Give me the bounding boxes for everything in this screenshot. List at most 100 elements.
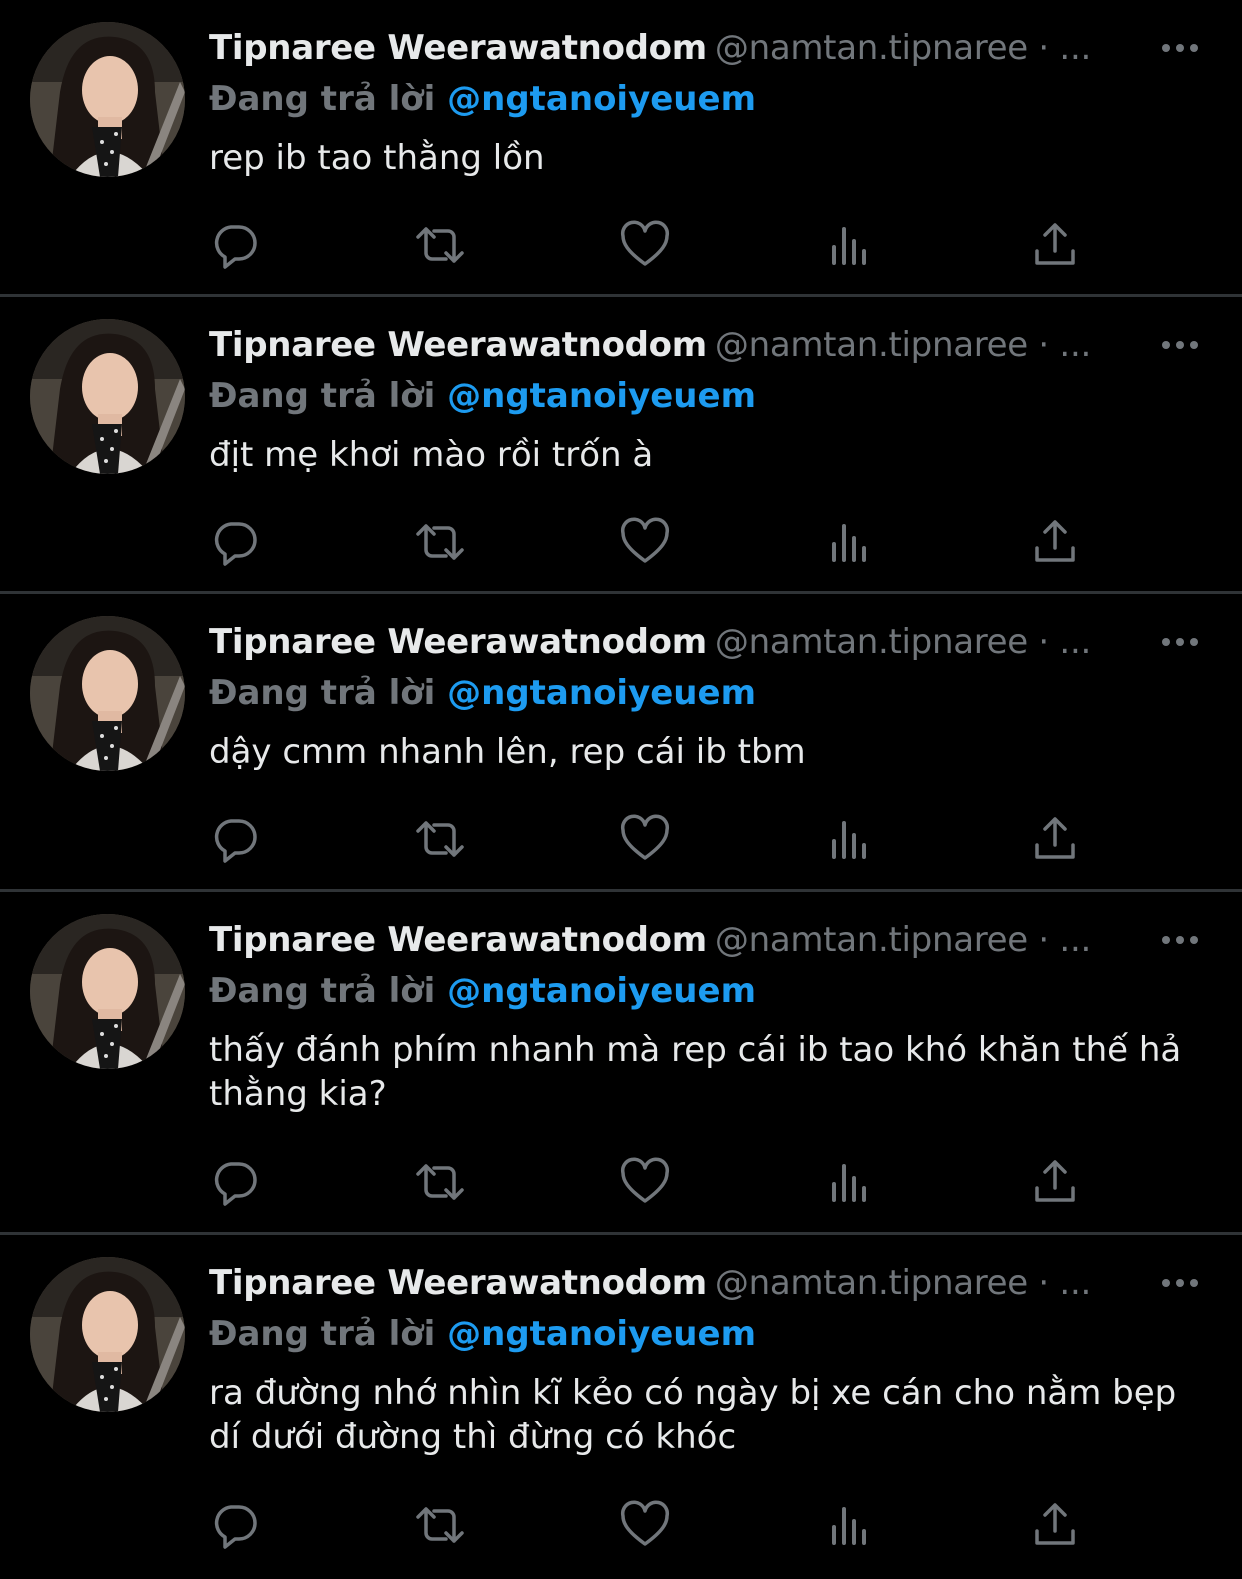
like-button[interactable] [617,1497,673,1553]
reply-mention-link[interactable]: @ngtanoiyeuem [447,1314,756,1354]
author-handle[interactable]: @namtan.tipnaree · ... [715,1263,1091,1303]
author-handle[interactable]: @namtan.tipnaree · ... [715,622,1091,662]
ellipsis-icon [1162,638,1198,646]
share-upload-icon [1035,520,1075,562]
replying-to: Đang trả lời @ngtanoiyeuem [209,966,1202,1016]
reply-button[interactable] [207,217,263,273]
tweet[interactable]: Tipnaree Weerawatnodom @namtan.tipnaree ·… [0,1235,1242,1579]
avatar-photo [30,1257,185,1412]
replying-to-label: Đang trả lời [209,971,436,1011]
tweet-text: thấy đánh phím nhanh mà rep cái ib tao k… [209,1030,1182,1114]
author-name[interactable]: Tipnaree Weerawatnodom [209,28,707,68]
tweet-text: địt mẹ khơi mào rồi trốn à [209,435,654,475]
share-button[interactable] [1027,1154,1083,1210]
tweet-content: Tipnaree Weerawatnodom @namtan.tipnaree ·… [209,1257,1202,1459]
share-upload-icon [1035,817,1075,859]
share-button[interactable] [1027,811,1083,867]
reply-button[interactable] [207,1497,263,1553]
retweet-arrows-icon [416,1507,464,1543]
more-options-button[interactable] [1158,616,1202,668]
speech-bubble-icon [214,819,257,863]
tweet-text: ra đường nhớ nhìn kĩ kẻo có ngày bị xe c… [209,1373,1177,1457]
tweet-content: Tipnaree Weerawatnodom @namtan.tipnaree ·… [209,914,1202,1116]
views-button[interactable] [822,514,878,570]
ellipsis-icon [1162,44,1198,52]
ellipsis-icon [1162,1279,1198,1287]
tweet[interactable]: Tipnaree Weerawatnodom @namtan.tipnaree ·… [0,297,1242,594]
views-button[interactable] [822,1154,878,1210]
reply-button[interactable] [207,1154,263,1210]
bar-chart-icon [832,1164,866,1202]
tweet[interactable]: Tipnaree Weerawatnodom @namtan.tipnaree ·… [0,892,1242,1235]
more-options-button[interactable] [1158,319,1202,371]
avatar[interactable] [30,914,185,1069]
retweet-button[interactable] [412,1497,468,1553]
retweet-arrows-icon [416,821,464,857]
like-button[interactable] [617,1154,673,1210]
author-name[interactable]: Tipnaree Weerawatnodom [209,622,707,662]
reply-mention-link[interactable]: @ngtanoiyeuem [447,79,756,119]
ellipsis-icon [1162,341,1198,349]
like-button[interactable] [617,514,673,570]
tweet-actions [209,217,1102,273]
more-options-button[interactable] [1158,22,1202,74]
tweet-content: Tipnaree Weerawatnodom @namtan.tipnaree ·… [209,319,1202,477]
reply-mention-link[interactable]: @ngtanoiyeuem [447,376,756,416]
replying-to-label: Đang trả lời [209,673,436,713]
heart-icon [620,1500,670,1546]
share-upload-icon [1035,1160,1075,1202]
tweet-text: dậy cmm nhanh lên, rep cái ib tbm [209,732,806,772]
more-options-button[interactable] [1158,1257,1202,1309]
tweet[interactable]: Tipnaree Weerawatnodom @namtan.tipnaree ·… [0,594,1242,892]
retweet-button[interactable] [412,1154,468,1210]
retweet-button[interactable] [412,217,468,273]
share-button[interactable] [1027,514,1083,570]
replying-to: Đang trả lời @ngtanoiyeuem [209,1309,1202,1359]
replying-to: Đang trả lời @ngtanoiyeuem [209,371,1202,421]
heart-icon [620,517,670,563]
avatar-photo [30,914,185,1069]
author-name[interactable]: Tipnaree Weerawatnodom [209,1263,707,1303]
replying-to-label: Đang trả lời [209,376,436,416]
replying-to: Đang trả lời @ngtanoiyeuem [209,668,1202,718]
reply-mention-link[interactable]: @ngtanoiyeuem [447,971,756,1011]
author-name[interactable]: Tipnaree Weerawatnodom [209,325,707,365]
author-handle[interactable]: @namtan.tipnaree · ... [715,28,1091,68]
author-handle[interactable]: @namtan.tipnaree · ... [715,325,1091,365]
speech-bubble-icon [214,522,257,566]
tweet-header: Tipnaree Weerawatnodom @namtan.tipnaree ·… [209,1257,1202,1309]
reply-mention-link[interactable]: @ngtanoiyeuem [447,673,756,713]
tweet-header: Tipnaree Weerawatnodom @namtan.tipnaree ·… [209,22,1202,74]
reply-button[interactable] [207,514,263,570]
like-button[interactable] [617,217,673,273]
retweet-button[interactable] [412,811,468,867]
avatar[interactable] [30,616,185,771]
avatar[interactable] [30,1257,185,1412]
share-upload-icon [1035,1503,1075,1545]
share-button[interactable] [1027,1497,1083,1553]
views-button[interactable] [822,1497,878,1553]
like-button[interactable] [617,811,673,867]
author-name[interactable]: Tipnaree Weerawatnodom [209,920,707,960]
views-button[interactable] [822,811,878,867]
retweet-arrows-icon [416,1164,464,1200]
more-options-button[interactable] [1158,914,1202,966]
avatar-photo [30,22,185,177]
heart-icon [620,220,670,266]
avatar-photo [30,616,185,771]
tweet-content: Tipnaree Weerawatnodom @namtan.tipnaree ·… [209,616,1202,774]
avatar[interactable] [30,319,185,474]
avatar[interactable] [30,22,185,177]
share-upload-icon [1035,223,1075,265]
author-handle[interactable]: @namtan.tipnaree · ... [715,920,1091,960]
share-button[interactable] [1027,217,1083,273]
replying-to-label: Đang trả lời [209,79,436,119]
replying-to-label: Đang trả lời [209,1314,436,1354]
replying-to: Đang trả lời @ngtanoiyeuem [209,74,1202,124]
tweet[interactable]: Tipnaree Weerawatnodom @namtan.tipnaree ·… [0,0,1242,297]
retweet-arrows-icon [416,227,464,263]
speech-bubble-icon [214,225,257,269]
reply-button[interactable] [207,811,263,867]
views-button[interactable] [822,217,878,273]
retweet-button[interactable] [412,514,468,570]
